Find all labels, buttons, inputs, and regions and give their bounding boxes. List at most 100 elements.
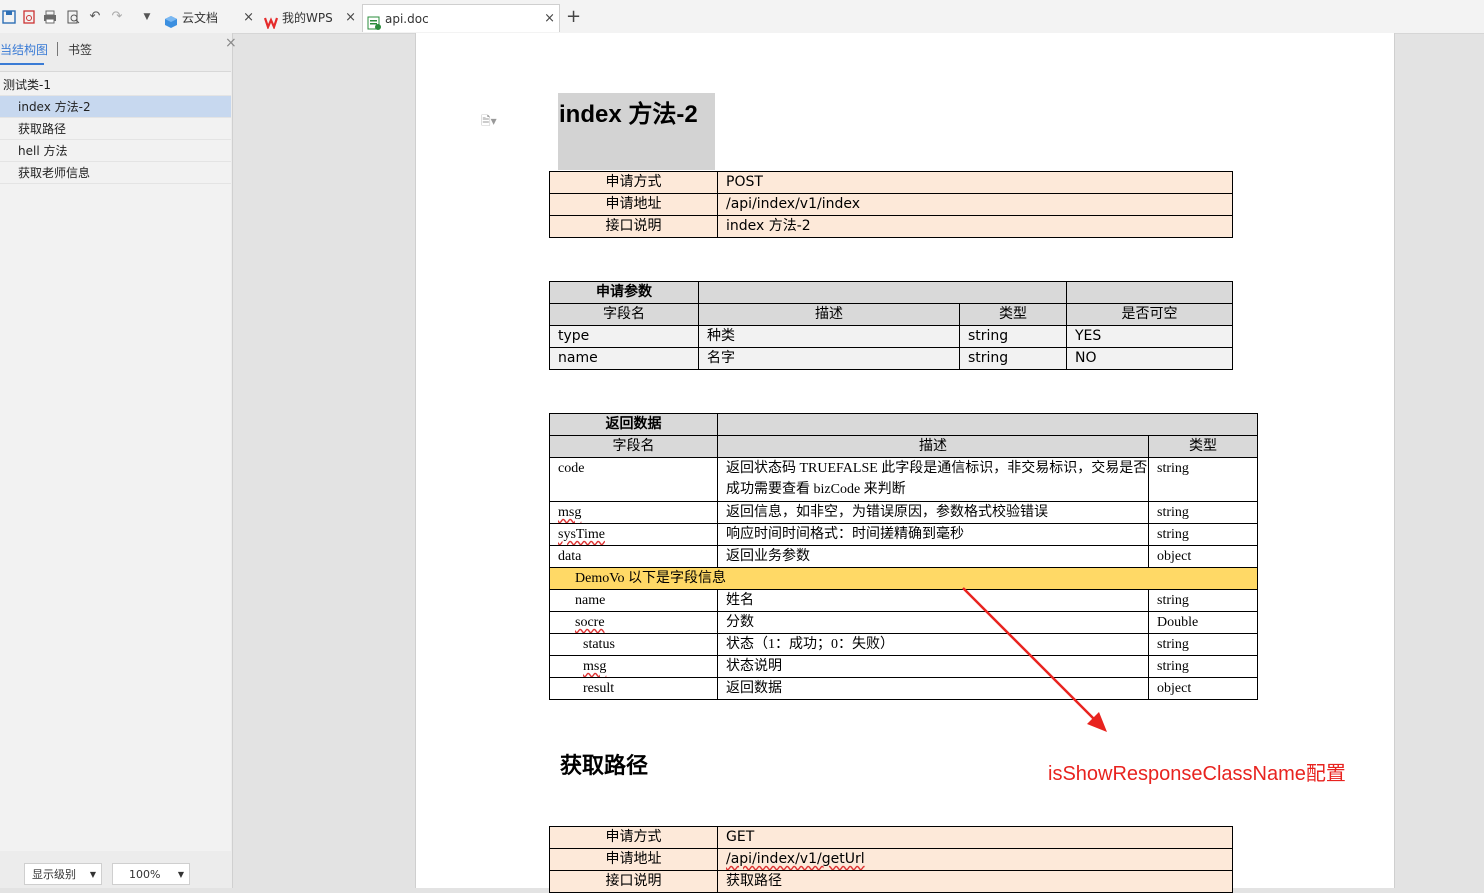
table-cell: YES — [1066, 325, 1233, 348]
table-cell: string — [1148, 457, 1258, 502]
table-row: type 种类 string YES — [549, 325, 1233, 348]
class-name-row: DemoVo 以下是字段信息 — [549, 567, 1258, 590]
table-row: sysTime 响应时间时间格式：时间搓精确到毫秒 string — [549, 523, 1258, 546]
outline-item-label: index 方法-2 — [18, 100, 91, 114]
request-info-table-2: 申请方式 GET 申请地址 /api/index/v1/getUrl 接口说明 … — [549, 826, 1233, 893]
tab-api-doc[interactable]: api.doc × — [362, 4, 560, 32]
table-cell: code — [549, 457, 718, 502]
table-cell: msg — [549, 655, 718, 678]
outline-level-select[interactable]: 显示级别 ▼ — [24, 863, 102, 885]
tab-label: 云文档 — [182, 11, 219, 25]
table-cell: name — [549, 589, 718, 612]
active-tab-indicator — [0, 63, 44, 65]
save-icon[interactable] — [2, 10, 16, 24]
outline-tree: 测试类-1 index 方法-2 获取路径 hell 方法 获取老师信息 — [0, 71, 231, 852]
outline-item-label: 获取老师信息 — [18, 166, 91, 180]
table-row: socre 分数 Double — [549, 611, 1258, 634]
print-preview-icon[interactable] — [66, 10, 80, 24]
table-cell: 申请方式 — [549, 826, 718, 849]
request-params-table: 申请参数 字段名 描述 类型 是否可空 type 种类 string YES n… — [549, 281, 1233, 370]
table-cell: string — [959, 325, 1067, 348]
new-tab-plus-icon[interactable]: + — [566, 6, 581, 28]
table-row: result 返回数据 object — [549, 677, 1258, 700]
table-row: status 状态（1：成功；0：失败） string — [549, 633, 1258, 656]
outline-level-label: 显示级别 — [32, 868, 76, 881]
tab-document-outline[interactable]: 当结构图 — [0, 41, 48, 58]
table-cell: string — [1148, 633, 1258, 656]
annotation-label: isShowResponseClassName配置 — [1048, 763, 1346, 785]
field-name: msg — [558, 505, 582, 520]
table-row: msg 状态说明 string — [549, 655, 1258, 678]
tab-divider — [57, 42, 58, 56]
table-cell: NO — [1066, 347, 1233, 370]
close-icon[interactable]: × — [345, 4, 356, 32]
table-cell: string — [1148, 655, 1258, 678]
table-cell — [698, 281, 1067, 304]
outline-item-index-method[interactable]: index 方法-2 — [0, 96, 231, 118]
table-cell: socre — [549, 611, 718, 634]
table-row: name 名字 string NO — [549, 347, 1233, 370]
column-header: 是否可空 — [1066, 303, 1233, 326]
close-icon[interactable]: × — [544, 5, 555, 33]
table-cell: 申请地址 — [549, 848, 718, 871]
paragraph-layout-icon[interactable]: 🗎▾ — [481, 112, 497, 133]
table-cell: /api/index/v1/getUrl — [717, 848, 1233, 871]
table-row: msg 返回信息，如非空，为错误原因，参数格式校验错误 string — [549, 501, 1258, 524]
table-title-row: 申请参数 — [549, 281, 1233, 304]
close-icon[interactable]: × — [243, 4, 254, 32]
table-cell: Double — [1148, 611, 1258, 634]
table-cell: 申请地址 — [549, 193, 718, 216]
table-cell: 返回业务参数 — [717, 545, 1149, 568]
column-header: 字段名 — [549, 303, 699, 326]
heading-index-method: index 方法-2 — [559, 101, 698, 128]
table-row: code 返回状态码 TRUEFALSE 此字段是通信标识，非交易标识，交易是否… — [549, 457, 1258, 502]
word-doc-icon — [367, 12, 381, 30]
outline-item-test-class[interactable]: 测试类-1 — [0, 74, 231, 96]
print-icon[interactable] — [43, 10, 57, 24]
table-row: name 姓名 string — [549, 589, 1258, 612]
zoom-select[interactable]: 100% ▼ — [112, 863, 190, 885]
outline-item-label: 测试类-1 — [3, 78, 51, 92]
tab-label: 我的WPS — [282, 11, 333, 25]
table-cell: 返回状态码 TRUEFALSE 此字段是通信标识，非交易标识，交易是否成功需要查… — [717, 457, 1149, 502]
table-cell: type — [549, 325, 699, 348]
table-cell: string — [1148, 501, 1258, 524]
tab-my-wps[interactable]: 我的WPS × — [260, 4, 360, 32]
table-cell: 接口说明 — [549, 215, 718, 238]
annotation-arrow — [962, 587, 1107, 732]
table-cell: 响应时间时间格式：时间搓精确到毫秒 — [717, 523, 1149, 546]
table-cell: 接口说明 — [549, 870, 718, 893]
table-title-row: 返回数据 — [549, 413, 1258, 436]
tab-cloud-docs[interactable]: 云文档 × — [160, 4, 258, 32]
table-row: 申请地址 /api/index/v1/index — [549, 193, 1233, 216]
table-row: 接口说明 获取路径 — [549, 870, 1233, 893]
table-title: 返回数据 — [549, 413, 718, 436]
outline-item-get-path[interactable]: 获取路径 — [0, 118, 231, 140]
chevron-down-icon[interactable]: ▼ — [140, 10, 154, 24]
close-icon[interactable]: × — [225, 35, 237, 51]
table-cell: string — [959, 347, 1067, 370]
table-cell: sysTime — [549, 523, 718, 546]
chevron-down-icon: ▼ — [89, 870, 96, 879]
table-cell — [717, 413, 1258, 436]
title-tab-bar: ↶ ↷ ▼ 云文档 × 我的WPS × api.doc × + — [0, 0, 1484, 34]
table-title: 申请参数 — [549, 281, 699, 304]
table-cell: /api/index/v1/index — [717, 193, 1233, 216]
table-cell: 返回信息，如非空，为错误原因，参数格式校验错误 — [717, 501, 1149, 524]
table-cell: 种类 — [698, 325, 960, 348]
export-pdf-icon[interactable] — [22, 10, 36, 24]
table-cell: name — [549, 347, 699, 370]
class-name-cell: DemoVo 以下是字段信息 — [549, 567, 1258, 590]
redo-icon[interactable]: ↷ — [110, 10, 124, 24]
field-name: socre — [575, 615, 605, 630]
tab-label: api.doc — [385, 12, 429, 26]
table-cell: index 方法-2 — [717, 215, 1233, 238]
heading-get-path: 获取路径 — [560, 753, 649, 778]
cloud-cube-icon — [164, 11, 178, 28]
outline-item-get-teacher-info[interactable]: 获取老师信息 — [0, 162, 231, 184]
table-cell: result — [549, 677, 718, 700]
tab-bookmarks[interactable]: 书签 — [68, 41, 92, 58]
column-header: 描述 — [717, 435, 1149, 458]
outline-item-hell-method[interactable]: hell 方法 — [0, 140, 231, 162]
undo-icon[interactable]: ↶ — [88, 10, 102, 24]
